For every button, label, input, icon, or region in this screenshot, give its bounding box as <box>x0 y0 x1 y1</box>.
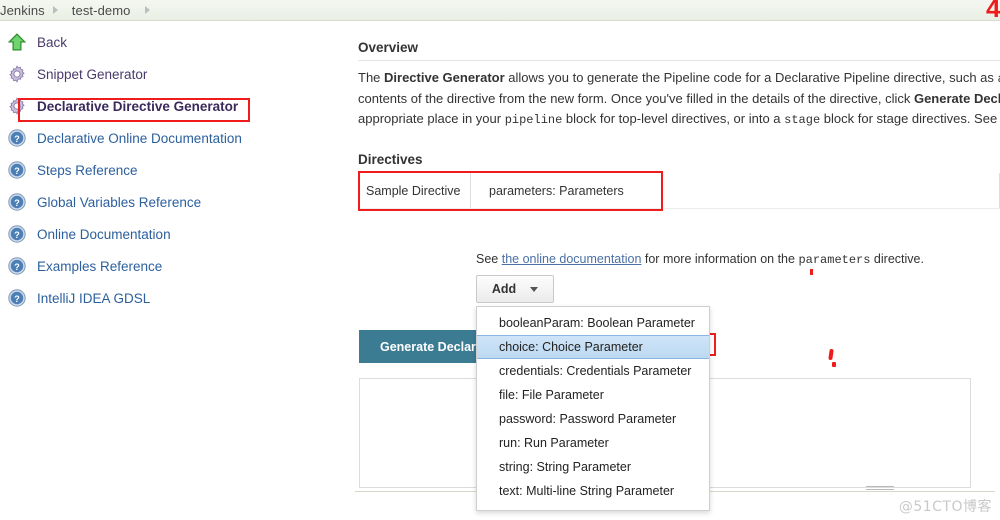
sidebar-item-label: Back <box>37 34 68 50</box>
svg-text:?: ? <box>14 230 20 240</box>
parameters-doc-note: See the online documentation for more in… <box>476 252 924 267</box>
svg-text:?: ? <box>14 262 20 272</box>
dropdown-item-string[interactable]: string: String Parameter <box>477 455 709 479</box>
help-icon: ? <box>6 191 28 213</box>
overview-code-pipeline: pipeline <box>504 113 563 127</box>
resize-grip-handle[interactable] <box>866 486 894 493</box>
sidebar-item-online-documentation[interactable]: ? Online Documentation <box>0 218 340 250</box>
overview-text-c: allows you to generate the Pipeline code… <box>504 70 998 85</box>
help-icon: ? <box>6 255 28 277</box>
sidebar: Back Snippet Generator Declarative Direc… <box>0 26 340 314</box>
dropdown-item-text[interactable]: text: Multi-line String Parameter <box>477 479 709 503</box>
overview-paragraph: The Directive Generator allows you to ge… <box>358 68 1000 130</box>
add-button-label: Add <box>491 282 517 296</box>
dropdown-item-file[interactable]: file: File Parameter <box>477 383 709 407</box>
overview-text-b: Directive Generator <box>384 70 505 85</box>
grip-line <box>866 486 894 487</box>
page-root: Jenkins test-demo 4 Back Snippet Generat… <box>0 0 1000 520</box>
grip-line <box>866 489 894 490</box>
breadcrumb: Jenkins test-demo 4 <box>0 0 1000 21</box>
doc-note-middle: for more information on the <box>641 252 799 266</box>
sidebar-item-global-variables-reference[interactable]: ? Global Variables Reference <box>0 186 340 218</box>
annotation-mark <box>810 269 813 275</box>
sample-directive-selected-value: parameters: Parameters <box>489 183 624 198</box>
sample-directive-label: Sample Directive <box>366 183 461 198</box>
directives-heading: Directives <box>358 152 423 167</box>
add-parameter-dropdown-menu[interactable]: booleanParam: Boolean Parameter choice: … <box>476 306 710 511</box>
directives-form: Sample Directive parameters: Parameters <box>360 173 1000 209</box>
breadcrumb-separator-icon <box>52 6 58 14</box>
doc-note-suffix: directive. <box>870 252 924 266</box>
help-icon: ? <box>6 127 28 149</box>
online-documentation-link[interactable]: the online documentation <box>502 252 642 266</box>
gear-icon <box>6 63 28 85</box>
doc-note-prefix: See <box>476 252 502 266</box>
breadcrumb-item-jenkins[interactable]: Jenkins <box>0 3 45 18</box>
sidebar-item-label: Steps Reference <box>37 162 138 178</box>
svg-text:?: ? <box>14 198 20 208</box>
sidebar-item-snippet-generator[interactable]: Snippet Generator <box>0 58 340 90</box>
sidebar-item-label: Declarative Online Documentation <box>37 130 242 146</box>
gear-icon <box>6 95 28 117</box>
breadcrumb-separator-icon <box>145 6 151 14</box>
sidebar-item-label: Declarative Directive Generator <box>37 98 239 114</box>
overview-text-i: block for top-level directives, or into … <box>562 111 785 126</box>
dropdown-item-run[interactable]: run: Run Parameter <box>477 431 709 455</box>
page-title: Overview <box>358 40 419 55</box>
overview-text-f: Generate Declarative Directive <box>913 91 1000 106</box>
annotation-corner-mark: 4 <box>986 0 1000 18</box>
sidebar-item-label: Online Documentation <box>37 226 171 242</box>
sidebar-item-label: Examples Reference <box>37 258 163 274</box>
up-arrow-icon <box>6 31 28 53</box>
overview-code-stage: stage <box>784 113 821 127</box>
dropdown-item-password[interactable]: password: Password Parameter <box>477 407 709 431</box>
annotation-mark <box>828 348 834 361</box>
help-icon: ? <box>6 159 28 181</box>
watermark: @51CTO博客 <box>898 499 992 515</box>
sidebar-item-steps-reference[interactable]: ? Steps Reference <box>0 154 340 186</box>
sidebar-item-label: Snippet Generator <box>37 66 148 82</box>
sample-directive-select[interactable]: parameters: Parameters <box>470 173 1000 208</box>
annotation-mark <box>832 362 836 367</box>
help-icon: ? <box>6 223 28 245</box>
svg-text:?: ? <box>14 294 20 304</box>
sidebar-item-declarative-directive-generator[interactable]: Declarative Directive Generator <box>0 90 340 122</box>
add-button[interactable]: Add <box>476 275 554 303</box>
overview-text-k: block for stage directives. See <box>820 111 1000 126</box>
sidebar-item-back[interactable]: Back <box>0 26 340 58</box>
svg-text:?: ? <box>14 134 20 144</box>
doc-note-code: parameters <box>798 253 871 267</box>
sidebar-item-label: IntelliJ IDEA GDSL <box>37 290 151 306</box>
help-icon: ? <box>6 287 28 309</box>
sidebar-item-label: Global Variables Reference <box>37 194 202 210</box>
dropdown-item-choice[interactable]: choice: Choice Parameter <box>477 335 709 359</box>
dropdown-item-booleanparam[interactable]: booleanParam: Boolean Parameter <box>477 311 709 335</box>
svg-text:?: ? <box>14 166 20 176</box>
overview-text-a: The <box>358 70 385 85</box>
breadcrumb-item-test-demo[interactable]: test-demo <box>72 3 131 18</box>
section-divider <box>358 60 1000 61</box>
chevron-down-icon <box>530 286 539 292</box>
overview-section: Overview The Directive Generator allows … <box>358 40 1000 130</box>
sample-directive-row: Sample Directive parameters: Parameters <box>360 173 1000 209</box>
dropdown-item-credentials[interactable]: credentials: Credentials Parameter <box>477 359 709 383</box>
sidebar-item-declarative-online-documentation[interactable]: ? Declarative Online Documentation <box>0 122 340 154</box>
sidebar-item-examples-reference[interactable]: ? Examples Reference <box>0 250 340 282</box>
sidebar-item-intellij-idea-gdsl[interactable]: ? IntelliJ IDEA GDSL <box>0 282 340 314</box>
